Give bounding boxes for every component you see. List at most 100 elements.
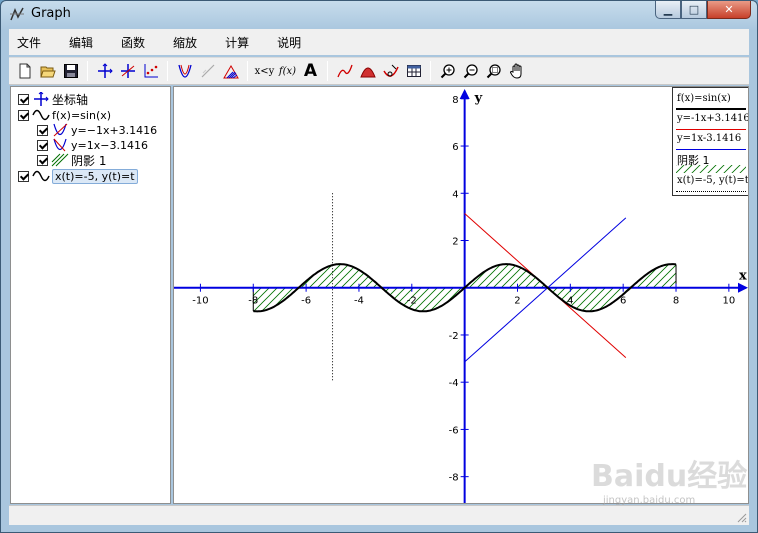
- evaluate-icon: [382, 64, 399, 77]
- save-button[interactable]: [59, 60, 82, 82]
- menu-function[interactable]: 函数: [113, 34, 159, 51]
- insert-point-series-button[interactable]: x<y: [253, 60, 276, 82]
- y-tick-label: 6: [452, 142, 458, 153]
- zoom-out-icon: [463, 64, 478, 79]
- legend-line-tangent-2: [676, 149, 746, 150]
- tree-item-shade[interactable]: 阴影 1: [37, 152, 106, 168]
- open-button[interactable]: [36, 60, 59, 82]
- x-axis-arrow: [738, 282, 748, 293]
- y-tick-label: -4: [449, 378, 459, 389]
- insert-label-button[interactable]: A: [299, 60, 322, 82]
- element-tree: 坐标轴 f(x)=sin(x) y=−1x+3.1416 y=1x−3.1416…: [10, 86, 171, 504]
- trendline-icon: [336, 64, 353, 78]
- tree-item-axes[interactable]: 坐标轴: [18, 91, 88, 107]
- toolbar-separator: [167, 61, 168, 81]
- insert-tangent-button[interactable]: [196, 60, 219, 82]
- graph-canvas[interactable]: xy -10 -8 -6 -4 -2 2 4 6 8 108642-2-4-6-8: [174, 87, 749, 504]
- legend-swatch-shade: [676, 165, 746, 173]
- legend-item-tangent-1: y=-1x+3.1416: [677, 113, 749, 124]
- y-tick-label: -8: [449, 473, 459, 484]
- tree-item-checkbox[interactable]: [18, 170, 29, 182]
- tree-item-label: x(t)=-5, y(t)=t: [52, 168, 138, 184]
- watermark: Baidu经验: [591, 459, 748, 494]
- tree-item-parametric[interactable]: x(t)=-5, y(t)=t: [18, 168, 138, 184]
- function-label: f(x): [278, 65, 297, 77]
- zoom-standard-button[interactable]: [482, 60, 505, 82]
- hand-pan-icon: [509, 63, 521, 79]
- tree-item-label: y=1x−3.1416: [71, 138, 148, 152]
- tree-item-label: 阴影 1: [71, 153, 107, 168]
- minimize-icon: ▁: [663, 3, 673, 16]
- title-bar[interactable]: Graph ▁ □ ✕: [1, 1, 757, 27]
- axes-icon: [97, 63, 113, 78]
- menu-help[interactable]: 说明: [269, 34, 315, 51]
- tree-item-label: f(x)=sin(x): [52, 108, 112, 122]
- tree-item-checkbox[interactable]: [18, 93, 29, 105]
- maximize-icon: □: [688, 3, 700, 16]
- x-tick-label: -4: [354, 296, 364, 307]
- axes-button[interactable]: [93, 60, 116, 82]
- tree-item-checkbox[interactable]: [37, 154, 48, 166]
- toolbar-separator: [247, 61, 248, 81]
- sine-wave-icon: [32, 109, 50, 121]
- area-button[interactable]: [356, 60, 379, 82]
- menu-file[interactable]: 文件: [9, 34, 55, 51]
- tree-item-label: y=−1x+3.1416: [71, 123, 158, 137]
- save-disk-icon: [63, 64, 78, 78]
- new-file-icon: [19, 63, 30, 79]
- point-series-label: x<y: [254, 65, 275, 77]
- window-title: Graph: [31, 6, 71, 21]
- area-icon: [359, 67, 376, 78]
- x-tick-label: -6: [301, 296, 311, 307]
- close-icon: ✕: [724, 3, 734, 16]
- tree-item-checkbox[interactable]: [18, 109, 29, 121]
- resize-grip-icon[interactable]: [735, 511, 747, 523]
- maximize-button[interactable]: □: [681, 1, 707, 19]
- insert-relation-button[interactable]: f(x): [276, 60, 299, 82]
- table-icon: [406, 65, 421, 77]
- function-curve-icon: [177, 64, 192, 78]
- point-series-icon: [144, 64, 158, 78]
- y-tick-label: 8: [452, 95, 458, 106]
- tree-item-function[interactable]: f(x)=sin(x): [18, 107, 111, 123]
- legend-item-parametric: x(t)=-5, y(t)=t: [677, 175, 749, 186]
- zoom-out-button[interactable]: [459, 60, 482, 82]
- y-tick-label: -6: [449, 425, 459, 436]
- tree-item-checkbox[interactable]: [37, 124, 48, 136]
- point-series-button[interactable]: [139, 60, 162, 82]
- tangent-icon: [201, 64, 214, 78]
- menu-zoom[interactable]: 缩放: [165, 34, 211, 51]
- table-button[interactable]: [402, 60, 425, 82]
- menu-calculate[interactable]: 计算: [217, 34, 263, 51]
- tree-item-checkbox[interactable]: [37, 139, 48, 151]
- menu-bar: 文件 编辑 函数 缩放 计算 说明: [9, 29, 749, 55]
- grid-button[interactable]: [116, 60, 139, 82]
- minimize-button[interactable]: ▁: [655, 1, 681, 19]
- zoom-square-icon: [486, 64, 501, 79]
- legend-item-function: f(x)=sin(x): [677, 93, 731, 104]
- legend-line-function: [676, 108, 746, 110]
- tree-item-tangent-1[interactable]: y=−1x+3.1416: [37, 122, 157, 138]
- legend-line-tangent-1: [676, 129, 746, 130]
- menu-edit[interactable]: 编辑: [61, 34, 107, 51]
- new-button[interactable]: [13, 60, 36, 82]
- toolbar-separator: [327, 61, 328, 81]
- app-window: Graph ▁ □ ✕ 文件 编辑 函数 缩放 计算 说明 x<y f(x) A…: [0, 0, 758, 533]
- legend[interactable]: f(x)=sin(x) y=-1x+3.1416 y=1x-3.1416 阴影 …: [672, 87, 749, 196]
- toolbar-separator: [430, 61, 431, 81]
- y-axis-arrow: [459, 89, 470, 99]
- insert-function-button[interactable]: [173, 60, 196, 82]
- trendline-button[interactable]: [333, 60, 356, 82]
- watermark-url: jingyan.baidu.com: [603, 495, 696, 506]
- text-label-icon: A: [303, 61, 318, 81]
- graph-app-icon: [10, 7, 24, 21]
- graph-plot-area[interactable]: xy -10 -8 -6 -4 -2 2 4 6 8 10 8 6 4 2 -2 -4 -6 -8 f(x)=si…: [173, 86, 749, 504]
- evaluate-button[interactable]: [379, 60, 402, 82]
- zoom-in-button[interactable]: [436, 60, 459, 82]
- x-tick-label: -2: [407, 296, 417, 307]
- insert-shade-button[interactable]: [219, 60, 242, 82]
- close-button[interactable]: ✕: [707, 1, 751, 19]
- tangent-icon: [53, 138, 67, 152]
- y-axis-label: y: [474, 91, 483, 106]
- pan-button[interactable]: [505, 60, 528, 82]
